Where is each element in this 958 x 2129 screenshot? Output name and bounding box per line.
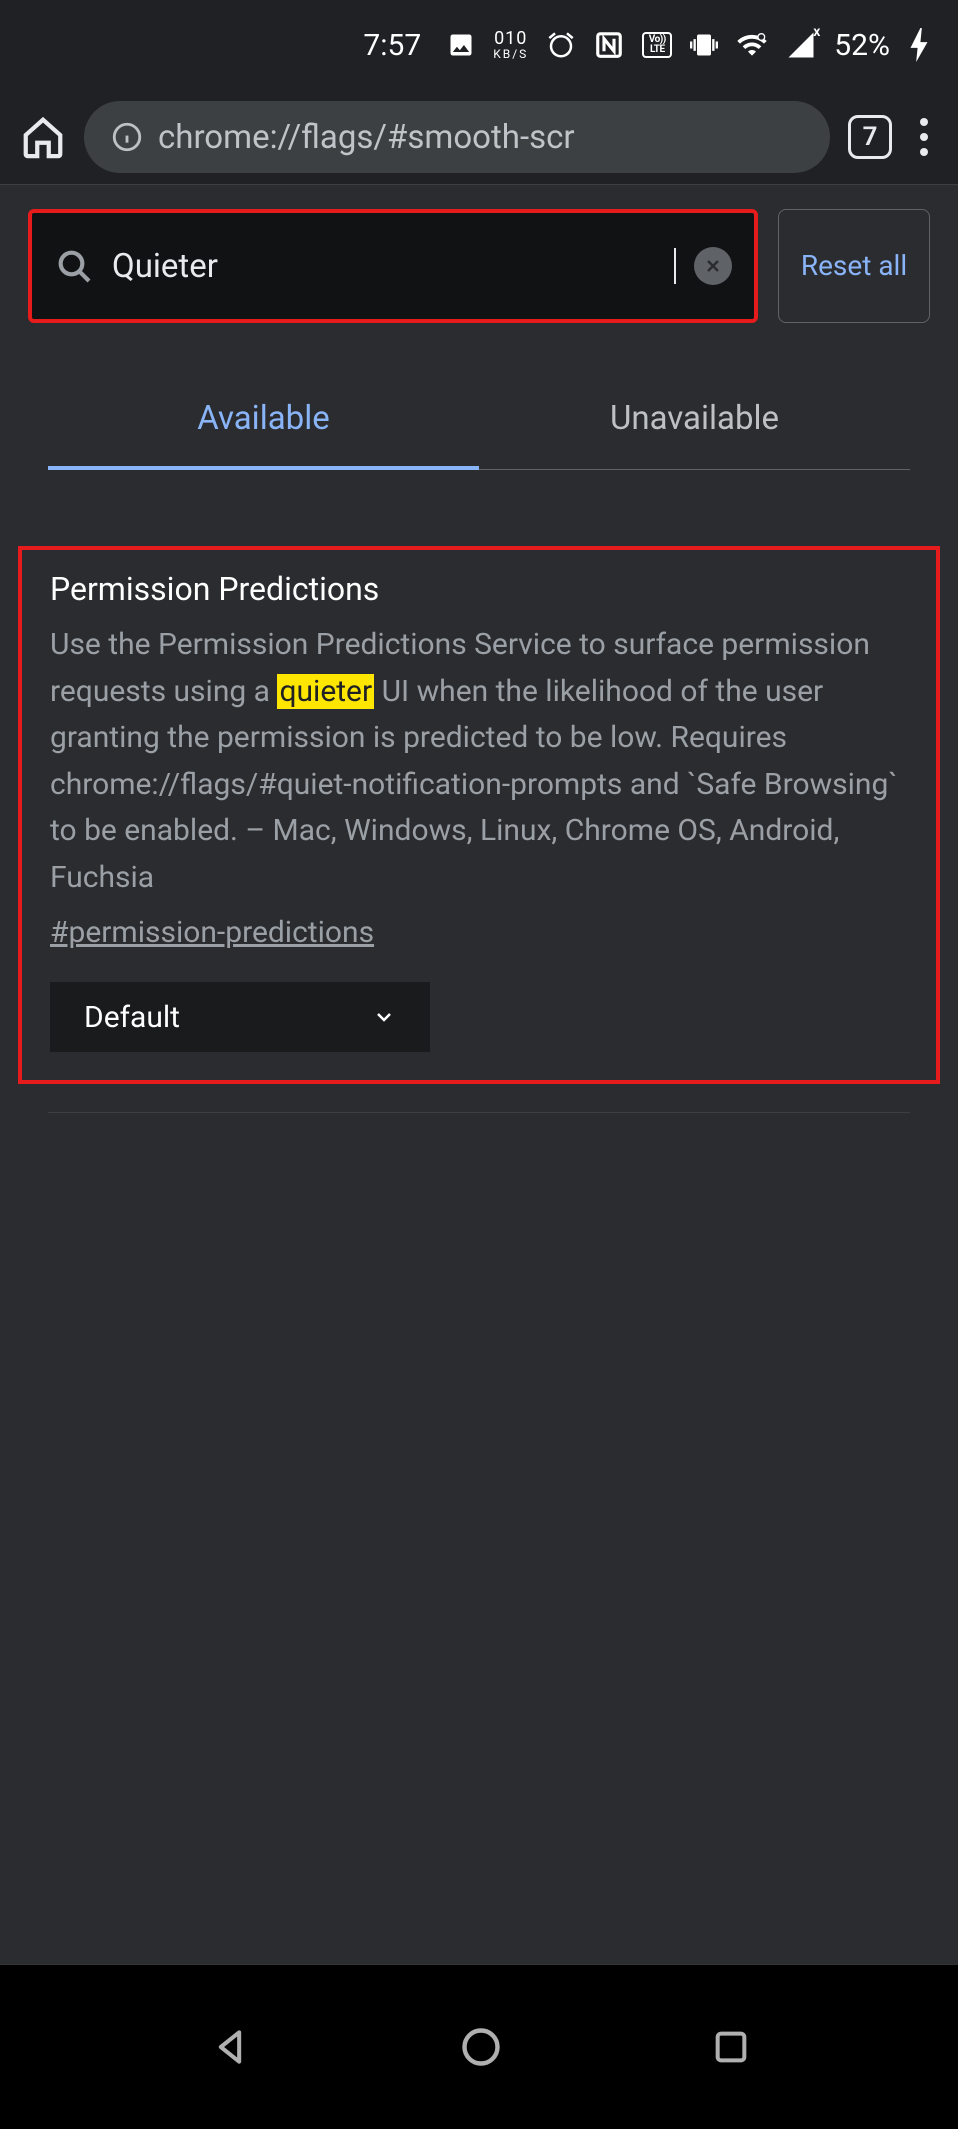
status-time: 7:57 <box>363 28 421 63</box>
flag-description: Use the Permission Predictions Service t… <box>50 622 908 901</box>
chevron-down-icon <box>372 1005 396 1029</box>
signal-icon: x <box>786 30 816 60</box>
tabs: Available Unavailable <box>48 381 910 470</box>
tab-switcher[interactable]: 7 <box>848 115 892 159</box>
nfc-icon <box>594 30 624 60</box>
reset-all-button[interactable]: Reset all <box>778 209 930 323</box>
flag-title: Permission Predictions <box>50 570 908 608</box>
tab-available[interactable]: Available <box>48 381 479 470</box>
nav-recents-button[interactable] <box>711 2027 751 2067</box>
home-icon[interactable] <box>20 114 66 160</box>
url-text: chrome://flags/#smooth-scr <box>158 118 575 157</box>
search-icon <box>54 246 94 286</box>
flags-page: Reset all Available Unavailable Permissi… <box>0 184 958 1964</box>
data-speed-indicator: 010 KB/S <box>493 30 528 60</box>
overflow-menu-icon[interactable] <box>910 118 938 156</box>
url-bar[interactable]: chrome://flags/#smooth-scr <box>84 101 830 173</box>
android-nav-bar <box>0 1964 958 2129</box>
charging-icon <box>908 28 930 62</box>
close-icon <box>703 256 723 276</box>
flag-permission-predictions: Permission Predictions Use the Permissio… <box>18 546 940 1084</box>
volte-icon: Vo))LTE <box>642 32 672 58</box>
divider <box>48 1112 910 1113</box>
alarm-icon <box>546 30 576 60</box>
nav-back-button[interactable] <box>208 2025 252 2069</box>
browser-toolbar: chrome://flags/#smooth-scr 7 <box>0 90 958 184</box>
search-input[interactable] <box>112 247 676 286</box>
image-icon <box>447 31 475 59</box>
flag-state-dropdown[interactable]: Default <box>50 982 430 1052</box>
android-status-bar: 7:57 010 KB/S Vo))LTE x 52% <box>0 0 958 90</box>
wifi-icon <box>736 29 768 61</box>
flag-id-link[interactable]: #permission-predictions <box>50 915 374 950</box>
nav-home-button[interactable] <box>459 2025 503 2069</box>
clear-search-button[interactable] <box>694 247 732 285</box>
search-flags-box <box>28 209 758 323</box>
tab-unavailable[interactable]: Unavailable <box>479 381 910 470</box>
vibrate-icon <box>690 31 718 59</box>
battery-percent: 52% <box>834 28 890 63</box>
